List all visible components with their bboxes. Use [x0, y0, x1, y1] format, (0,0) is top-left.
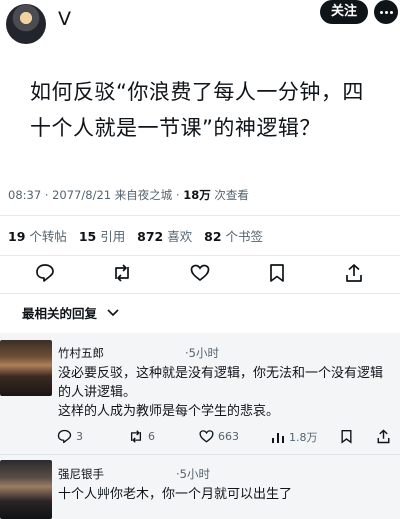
divider — [0, 255, 400, 256]
stat-bookmarks[interactable]: 82 个书签 — [204, 229, 263, 244]
author-avatar[interactable] — [6, 4, 46, 44]
share-icon — [346, 264, 362, 282]
heart-icon — [199, 430, 214, 443]
reply-time: ·5小时 — [185, 346, 219, 360]
reply-views-action[interactable]: 1.8万 — [271, 429, 318, 445]
repost-action[interactable] — [111, 263, 133, 283]
reply-sort-label: 最相关的回复 — [22, 306, 98, 321]
share-action[interactable] — [344, 263, 364, 283]
post-title: 如何反驳“你浪费了每人一分钟，四十个人就是一节课”的神逻辑？ — [30, 80, 364, 140]
reply-text: 没必要反驳，这种就是没有逻辑，你无法和一个没有逻辑的人讲逻辑。 — [58, 366, 384, 400]
heart-icon — [190, 264, 210, 282]
divider — [0, 293, 400, 294]
divider — [0, 454, 400, 455]
stat-count: 82 — [204, 229, 222, 244]
more-button[interactable] — [374, 0, 398, 24]
more-icon — [379, 10, 393, 14]
bookmark-action[interactable] — [268, 263, 286, 283]
post-meta-prefix: 08:37 · 2077/8/21 来自夜之城 · — [8, 188, 184, 202]
stat-likes[interactable]: 872 喜欢 — [137, 229, 192, 244]
reply-author-name[interactable]: 竹村五郎 — [58, 345, 104, 361]
chevron-down-icon — [107, 308, 119, 316]
reply-repost-count: 6 — [148, 430, 155, 443]
divider — [0, 215, 400, 216]
stat-label: 喜欢 — [163, 229, 193, 244]
reply-icon — [36, 264, 54, 282]
stat-count: 15 — [78, 229, 97, 244]
reply-bookmark-action[interactable] — [340, 429, 353, 444]
views-label: 次查看 — [210, 188, 249, 202]
bookmark-icon — [341, 430, 352, 444]
reply-text: 这样的人成为教师是每个学生的悲哀。 — [58, 404, 280, 419]
reply-repost-action[interactable]: 6 — [128, 429, 155, 444]
like-action[interactable] — [190, 263, 210, 283]
reply-comment-action[interactable]: 3 — [57, 429, 83, 444]
bookmark-icon — [270, 264, 284, 282]
reply-action[interactable] — [35, 263, 55, 283]
views-count[interactable]: 18万 — [183, 188, 211, 202]
reply-icon — [57, 429, 72, 444]
reply-like-count: 663 — [218, 430, 239, 443]
reply-sort-dropdown[interactable]: 最相关的回复 — [22, 303, 119, 322]
reply-share-action[interactable] — [376, 429, 391, 444]
stat-reposts[interactable]: 19 个转帖 — [8, 229, 67, 244]
post-meta: 08:37 · 2077/8/21 来自夜之城 · 18万 次查看 — [8, 187, 249, 203]
share-icon — [377, 429, 390, 444]
stat-quotes[interactable]: 15 引用 — [79, 229, 125, 244]
reply-avatar[interactable] — [0, 460, 52, 519]
post-stats: 19 个转帖 15 引用 872 喜欢 82 个书签 — [8, 226, 263, 245]
repost-icon — [115, 264, 129, 282]
reply-comment-count: 3 — [76, 430, 83, 443]
reply-avatar[interactable] — [0, 340, 52, 396]
replies-list: 竹村五郎 ·5小时 没必要反驳，这种就是没有逻辑，你无法和一个没有逻辑的人讲逻辑… — [0, 333, 400, 519]
stat-label: 引用 — [96, 229, 126, 244]
reply-text: 十个人艸你老木，你一个月就可以出生了 — [58, 487, 293, 502]
reply-like-action[interactable]: 663 — [199, 429, 239, 444]
reply-view-count: 1.8万 — [289, 431, 318, 444]
author-name[interactable]: V — [58, 8, 71, 30]
views-icon — [272, 433, 284, 443]
follow-button[interactable]: 关注 — [320, 0, 368, 24]
stat-count: 19 — [8, 229, 26, 244]
stat-label: 个转帖 — [25, 229, 67, 244]
repost-icon — [130, 430, 142, 443]
reply-time: ·5小时 — [176, 467, 210, 481]
stat-label: 个书签 — [221, 229, 264, 244]
reply-author-name[interactable]: 强尼银手 — [58, 466, 104, 482]
stat-count: 872 — [137, 229, 164, 244]
